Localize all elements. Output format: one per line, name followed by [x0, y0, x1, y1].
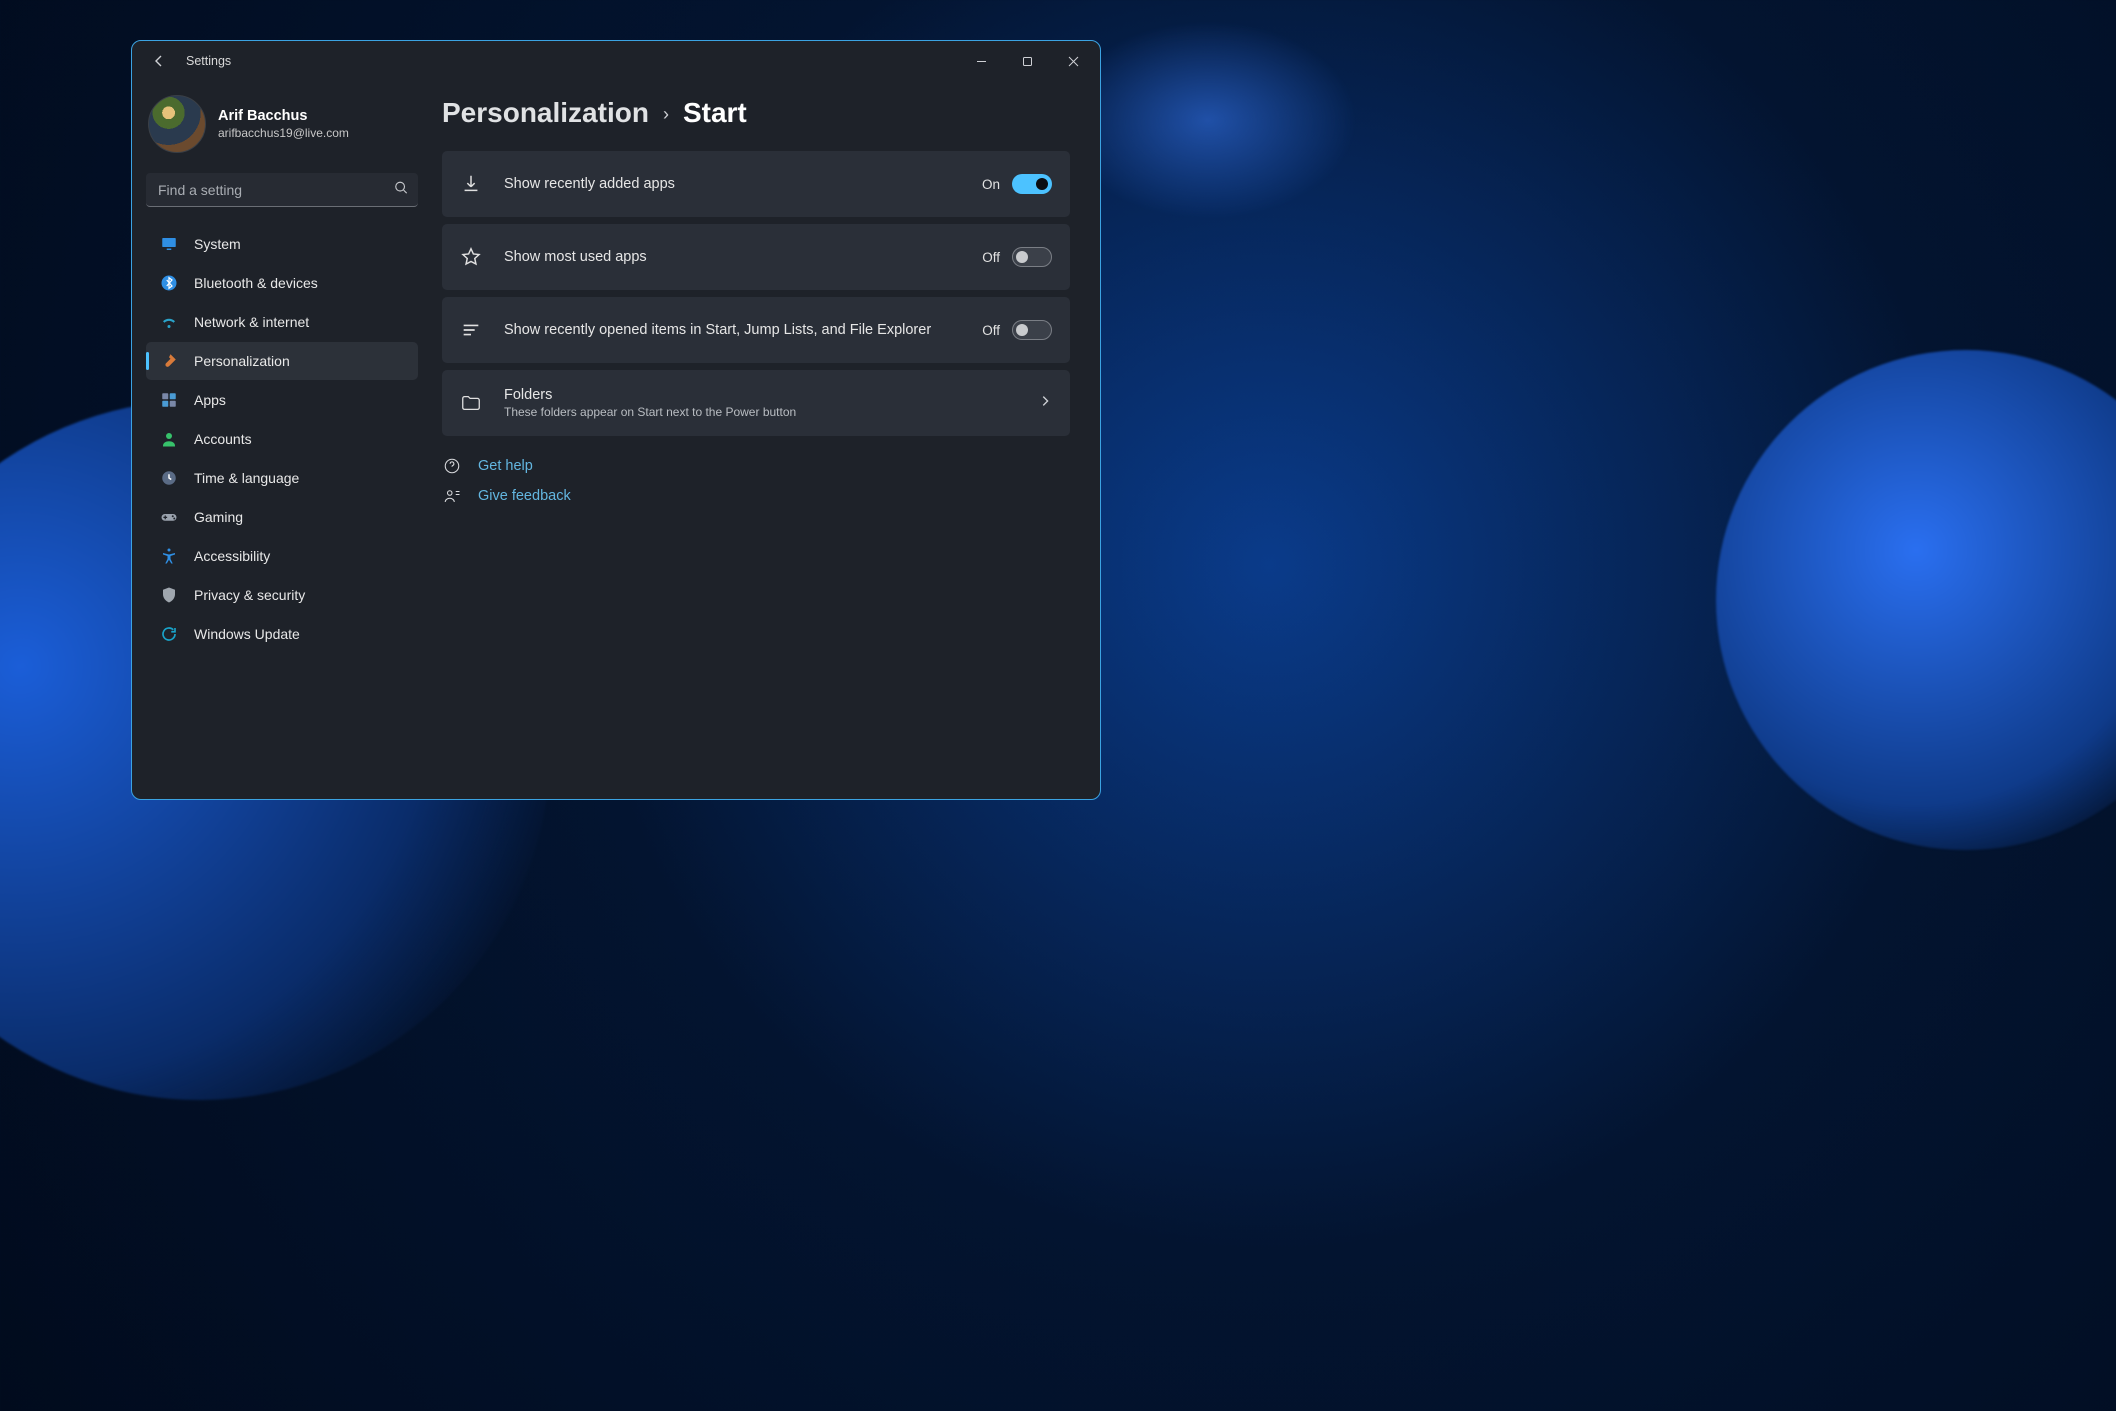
person-icon: [160, 430, 178, 448]
sidebar-item-gaming[interactable]: Gaming: [146, 498, 418, 536]
give-feedback-link[interactable]: Give feedback: [442, 486, 1074, 506]
sidebar-item-label: Gaming: [194, 509, 243, 525]
toggle-switch[interactable]: [1012, 247, 1052, 267]
gamepad-icon: [160, 508, 178, 526]
window-title: Settings: [186, 54, 231, 68]
setting-row: Show recently opened items in Start, Jum…: [442, 297, 1070, 363]
sidebar-item-accounts[interactable]: Accounts: [146, 420, 418, 458]
bluetooth-icon: [160, 274, 178, 292]
folders-nav-card[interactable]: Folders These folders appear on Start ne…: [442, 370, 1070, 436]
maximize-button[interactable]: [1004, 45, 1050, 77]
search-input[interactable]: [146, 173, 418, 207]
sidebar-item-label: Apps: [194, 392, 226, 408]
sidebar-item-system[interactable]: System: [146, 225, 418, 263]
toggle-state-label: Off: [982, 250, 1000, 265]
setting-label: Show most used apps: [504, 249, 647, 265]
sidebar-item-label: System: [194, 236, 241, 252]
setting-row: Show most used apps Off: [442, 224, 1070, 290]
folders-subtitle: These folders appear on Start next to th…: [504, 405, 1020, 419]
back-button[interactable]: [142, 44, 176, 78]
footer-links: Get help Give feedback: [442, 456, 1074, 506]
folders-title: Folders: [504, 387, 1020, 403]
sidebar-item-label: Windows Update: [194, 626, 300, 642]
sidebar-item-label: Bluetooth & devices: [194, 275, 318, 291]
profile-name: Arif Bacchus: [218, 108, 349, 124]
sidebar-item-label: Time & language: [194, 470, 299, 486]
folder-icon: [460, 392, 482, 414]
accessibility-icon: [160, 547, 178, 565]
breadcrumb-current: Start: [683, 97, 747, 129]
chevron-right-icon: ›: [663, 104, 669, 125]
sidebar: Arif Bacchus arifbacchus19@live.com Syst…: [132, 81, 432, 799]
apps-icon: [160, 391, 178, 409]
get-help-link[interactable]: Get help: [442, 456, 1074, 476]
update-icon: [160, 625, 178, 643]
sidebar-item-apps[interactable]: Apps: [146, 381, 418, 419]
toggle-switch[interactable]: [1012, 174, 1052, 194]
sidebar-item-accessibility[interactable]: Accessibility: [146, 537, 418, 575]
sidebar-item-windows-update[interactable]: Windows Update: [146, 615, 418, 653]
wifi-icon: [160, 313, 178, 331]
display-icon: [160, 235, 178, 253]
setting-row: Show recently added apps On: [442, 151, 1070, 217]
clock-icon: [160, 469, 178, 487]
toggle-state-label: Off: [982, 323, 1000, 338]
toggle-state-label: On: [982, 177, 1000, 192]
avatar: [148, 95, 206, 153]
sidebar-item-label: Privacy & security: [194, 587, 305, 603]
star-icon: [460, 246, 482, 268]
titlebar: Settings: [132, 41, 1100, 81]
toggle-switch[interactable]: [1012, 320, 1052, 340]
minimize-button[interactable]: [958, 45, 1004, 77]
setting-label: Show recently opened items in Start, Jum…: [504, 322, 931, 338]
list-icon: [460, 319, 482, 341]
nav-list: System Bluetooth & devices Network & inter…: [146, 225, 418, 653]
sidebar-item-time-language[interactable]: Time & language: [146, 459, 418, 497]
help-icon: [442, 456, 462, 476]
content-pane: Personalization › Start Show recently ad…: [432, 81, 1100, 799]
breadcrumb: Personalization › Start: [442, 97, 1074, 129]
close-button[interactable]: [1050, 45, 1096, 77]
shield-icon: [160, 586, 178, 604]
sidebar-item-label: Accessibility: [194, 548, 270, 564]
sidebar-item-bluetooth-devices[interactable]: Bluetooth & devices: [146, 264, 418, 302]
download-icon: [460, 173, 482, 195]
search-icon: [394, 181, 408, 200]
profile-email: arifbacchus19@live.com: [218, 126, 349, 140]
setting-label: Show recently added apps: [504, 176, 675, 192]
breadcrumb-parent[interactable]: Personalization: [442, 97, 649, 129]
settings-window: Settings Arif Bacchus arifbacchus19@live…: [131, 40, 1101, 800]
sidebar-item-label: Personalization: [194, 353, 290, 369]
feedback-icon: [442, 486, 462, 506]
sidebar-item-personalization[interactable]: Personalization: [146, 342, 418, 380]
paintbrush-icon: [160, 352, 178, 370]
sidebar-item-network-internet[interactable]: Network & internet: [146, 303, 418, 341]
search-box[interactable]: [146, 173, 418, 207]
sidebar-item-label: Network & internet: [194, 314, 309, 330]
profile-block[interactable]: Arif Bacchus arifbacchus19@live.com: [146, 95, 418, 153]
chevron-right-icon: [1038, 394, 1052, 413]
sidebar-item-label: Accounts: [194, 431, 252, 447]
sidebar-item-privacy-security[interactable]: Privacy & security: [146, 576, 418, 614]
